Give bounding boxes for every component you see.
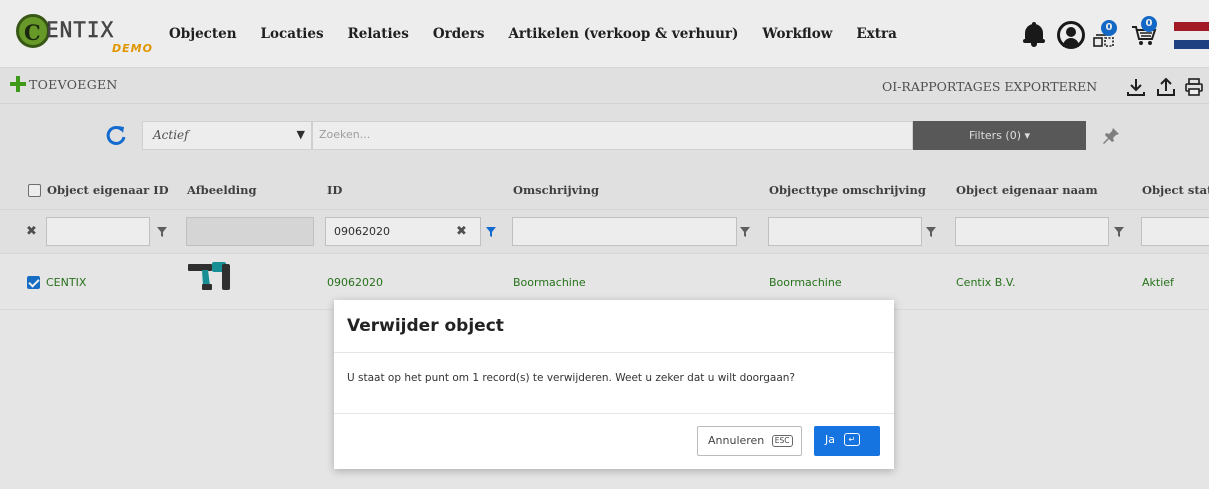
clear-id-filter-icon[interactable]: ✖ (456, 224, 467, 239)
logo-demo-label: DEMO (112, 42, 153, 55)
user-account-icon[interactable] (1057, 21, 1085, 49)
column-header[interactable]: Object eigenaar naam (956, 183, 1098, 197)
dialog-message: U staat op het punt om 1 record(s) te ve… (347, 372, 795, 384)
search-input[interactable]: Zoeken... (312, 121, 913, 150)
download-queue-icon[interactable]: 0 (1093, 20, 1117, 48)
plus-icon (10, 76, 26, 92)
confirm-button-label: Ja (825, 433, 835, 446)
logo-mark: C (16, 14, 50, 48)
delete-object-dialog: Verwijder object U staat op het punt om … (334, 300, 894, 469)
menu-objecten[interactable]: Objecten (169, 26, 237, 42)
add-button-label: TOEVOEGEN (29, 76, 118, 92)
cart-count-badge: 0 (1141, 16, 1157, 32)
add-button[interactable]: TOEVOEGEN (10, 76, 118, 92)
print-icon[interactable] (1184, 77, 1204, 97)
image-filter-input (186, 217, 314, 246)
filter-funnel-icon[interactable] (1114, 227, 1124, 237)
chevron-down-icon: ▼ (296, 128, 305, 141)
status-filter-input[interactable] (1141, 217, 1209, 246)
dutch-flag-language-icon[interactable] (1174, 22, 1209, 49)
filter-funnel-icon[interactable] (486, 227, 496, 237)
action-toolbar: TOEVOEGEN OI-RAPPORTAGES EXPORTEREN (0, 68, 1209, 104)
dialog-divider (334, 413, 894, 414)
cancel-button-label: Annuleren (708, 434, 765, 447)
cell-description: Boormachine (513, 276, 586, 289)
menu-workflow[interactable]: Workflow (762, 26, 832, 42)
export-reports-button[interactable]: OI-RAPPORTAGES EXPORTEREN (882, 79, 1097, 94)
enter-key-icon: ↵ (843, 433, 861, 446)
table-header: Object eigenaar ID Afbeelding ID Omschri… (0, 170, 1209, 210)
id-filter-value: 09062020 (334, 225, 390, 238)
cancel-button[interactable]: Annuleren ESC (697, 426, 802, 456)
menu-extra[interactable]: Extra (856, 26, 896, 42)
search-placeholder: Zoeken... (319, 128, 371, 141)
notifications-bell-icon[interactable] (1023, 22, 1045, 48)
logo-word: ENTIX (46, 18, 115, 42)
column-header[interactable]: Afbeelding (187, 183, 257, 197)
menu-artikelen[interactable]: Artikelen (verkoop & verhuur) (508, 26, 738, 42)
download-count-badge: 0 (1101, 20, 1117, 36)
centix-logo[interactable]: C ENTIX DEMO (16, 14, 152, 58)
filter-funnel-icon[interactable] (926, 227, 936, 237)
status-select[interactable]: Actief ▼ (142, 121, 312, 150)
refresh-icon[interactable] (105, 124, 127, 146)
filters-button[interactable]: Filters (0) ▾ (913, 121, 1086, 150)
menu-locaties[interactable]: Locaties (261, 26, 324, 42)
column-header[interactable]: Object eigenaar ID (47, 183, 169, 197)
row-checkbox[interactable] (27, 276, 40, 289)
menu-orders[interactable]: Orders (433, 26, 485, 42)
column-header[interactable]: Omschrijving (513, 183, 599, 197)
type-filter-input[interactable] (768, 217, 922, 246)
column-header[interactable]: Object status (1142, 183, 1209, 197)
description-filter-input[interactable] (512, 217, 737, 246)
column-filter-row: ✖ 09062020 ✖ (0, 210, 1209, 254)
app: C ENTIX DEMO Objecten Locaties Relaties … (0, 0, 1209, 489)
top-navigation: C ENTIX DEMO Objecten Locaties Relaties … (0, 0, 1209, 68)
confirm-button[interactable]: Ja ↵ (814, 426, 880, 456)
cell-owner-id: CENTIX (46, 276, 87, 289)
owner-name-filter-input[interactable] (955, 217, 1109, 246)
cell-type-description: Boormachine (769, 276, 842, 289)
main-menu: Objecten Locaties Relaties Orders Artike… (169, 26, 921, 42)
clear-filters-icon[interactable]: ✖ (26, 224, 37, 239)
column-header[interactable]: Objecttype omschrijving (769, 183, 926, 197)
shopping-cart-icon[interactable]: 0 (1131, 16, 1157, 48)
filter-funnel-icon[interactable] (740, 227, 750, 237)
dialog-title: Verwijder object (347, 316, 504, 336)
download-icon[interactable] (1126, 77, 1146, 97)
filter-funnel-icon[interactable] (157, 227, 167, 237)
select-all-checkbox[interactable] (28, 184, 41, 197)
menu-relaties[interactable]: Relaties (348, 26, 409, 42)
column-header[interactable]: ID (327, 183, 342, 197)
pin-icon[interactable] (1101, 126, 1121, 146)
cell-owner-name: Centix B.V. (956, 276, 1016, 289)
dialog-divider (334, 352, 894, 353)
cell-status: Aktief (1142, 276, 1174, 289)
drill-thumbnail (188, 262, 230, 290)
cell-id[interactable]: 09062020 (327, 276, 383, 289)
esc-key-hint: ESC (771, 435, 793, 447)
owner-id-filter-input[interactable] (46, 217, 150, 246)
upload-icon[interactable] (1156, 77, 1176, 97)
status-select-value: Actief (153, 128, 189, 142)
